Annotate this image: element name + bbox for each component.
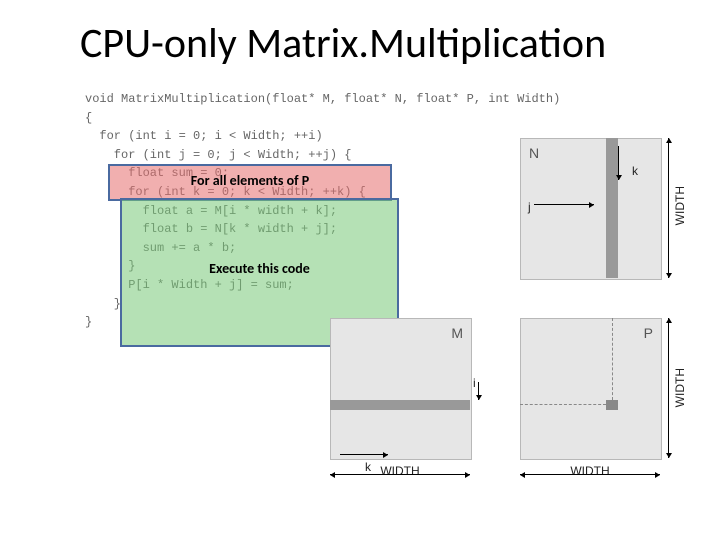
width-label-P: WIDTH (520, 464, 660, 478)
matrix-diagram: N M P k j i k WIDTH WIDTH WIDTH WIDTH (310, 138, 695, 478)
arrow-j (534, 204, 594, 205)
width-arrow-N (668, 138, 669, 278)
code-line: { (85, 111, 92, 125)
width-label-P-vert: WIDTH (673, 368, 687, 407)
dashed-guide-horizontal (520, 404, 606, 405)
matrix-P-label: P (644, 325, 653, 341)
width-label-M: WIDTH (330, 464, 470, 478)
matrix-M-label: M (451, 325, 463, 341)
slide: CPU-only Matrix.Multiplication void Matr… (0, 0, 720, 540)
matrix-P: P (520, 318, 662, 460)
label-j: j (528, 200, 531, 214)
slide-title: CPU-only Matrix.Multiplication (80, 18, 606, 69)
width-arrow-M (330, 474, 470, 475)
label-i: i (473, 376, 476, 390)
matrix-N: N (520, 138, 662, 280)
code-line: for (int i = 0; i < Width; ++i) (85, 129, 323, 143)
highlight-column-N (606, 138, 618, 278)
arrow-k-M (340, 454, 388, 455)
matrix-N-label: N (529, 145, 539, 161)
arrow-i (478, 382, 479, 400)
code-line: } (85, 297, 121, 311)
highlight-cell-P (606, 400, 618, 410)
width-label-N: WIDTH (673, 186, 687, 225)
width-arrow-P (520, 474, 660, 475)
width-arrow-P-vert (668, 318, 669, 458)
dashed-guide-vertical (612, 318, 613, 400)
label-k-N: k (632, 164, 638, 178)
arrow-k-N (618, 146, 619, 180)
highlight-row-M (330, 400, 470, 410)
code-line: } (85, 315, 92, 329)
code-line: void MatrixMultiplication(float* M, floa… (85, 92, 560, 106)
matrix-M: M (330, 318, 472, 460)
